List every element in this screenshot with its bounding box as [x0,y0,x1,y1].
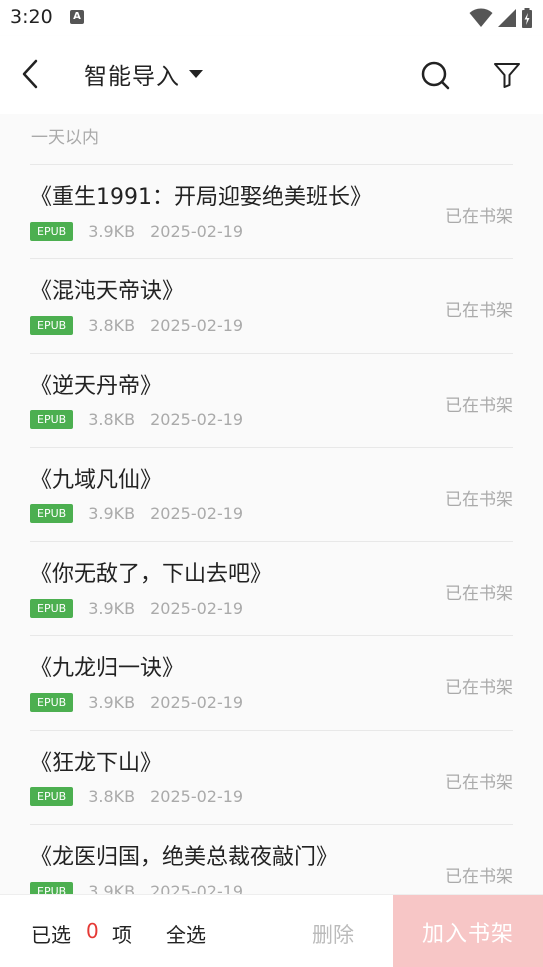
add-to-shelf-button[interactable]: 加入书架 [393,895,543,967]
book-meta: EPUB 3.9KB 2025-02-19 [30,598,243,618]
shelf-status: 已在书架 [445,301,513,322]
book-title: 《你无敌了，下山去吧》 [30,562,273,588]
filter-button[interactable] [488,56,526,94]
wifi-icon [469,8,493,27]
book-item[interactable]: 《狂龙下山》 EPUB 3.8KB 2025-02-19 已在书架 [30,729,513,824]
select-all-button[interactable]: 全选 [166,919,206,948]
status-indicators [469,8,533,28]
book-list: 《重生1991：开局迎娶绝美班长》 EPUB 3.9KB 2025-02-19 … [30,164,513,894]
page-title: 智能导入 [84,64,180,90]
book-item[interactable]: 《逆天丹帝》 EPUB 3.8KB 2025-02-19 已在书架 [30,352,513,447]
book-title: 《混沌天帝诀》 [30,279,185,305]
book-meta: EPUB 3.9KB 2025-02-19 [30,221,243,241]
format-badge: EPUB [30,881,74,894]
file-size: 3.9KB [88,692,136,712]
file-size: 3.8KB [88,410,136,430]
book-meta: EPUB 3.8KB 2025-02-19 [30,410,243,430]
app-bar: 智能导入 [0,36,543,114]
book-title: 《九域凡仙》 [30,467,163,493]
format-badge: EPUB [30,692,74,712]
book-item[interactable]: 《九龙归一诀》 EPUB 3.9KB 2025-02-19 已在书架 [30,635,513,729]
file-size: 3.9KB [88,881,136,894]
book-title: 《龙医归国，绝美总裁夜敲门》 [30,845,339,871]
file-date: 2025-02-19 [150,598,244,618]
back-button[interactable] [14,56,46,92]
file-size: 3.9KB [88,504,136,524]
book-meta: EPUB 3.8KB 2025-02-19 [30,315,243,335]
format-badge: EPUB [30,410,74,430]
shelf-status: 已在书架 [445,395,513,416]
shelf-status: 已在书架 [445,489,513,510]
file-size: 3.9KB [88,598,136,618]
filter-icon [494,63,520,88]
book-item[interactable]: 《重生1991：开局迎娶绝美班长》 EPUB 3.9KB 2025-02-19 … [30,164,513,258]
selected-unit: 项 [112,923,132,947]
book-title: 《九龙归一诀》 [30,656,185,682]
title-dropdown[interactable]: 智能导入 [84,58,204,90]
file-size: 3.8KB [88,315,136,335]
format-badge: EPUB [30,598,74,618]
book-meta: EPUB 3.9KB 2025-02-19 [30,692,243,712]
import-list-area[interactable]: 一天以内 《重生1991：开局迎娶绝美班长》 EPUB 3.9KB 2025-0… [0,114,543,894]
status-time: 3:20 [10,6,53,28]
format-badge: EPUB [30,504,74,524]
book-title: 《逆天丹帝》 [30,373,163,399]
book-meta: EPUB 3.9KB 2025-02-19 [30,881,243,894]
delete-button[interactable]: 删除 [312,919,354,949]
shelf-status: 已在书架 [445,207,513,227]
search-button[interactable] [416,56,454,94]
file-date: 2025-02-19 [150,881,244,894]
file-date: 2025-02-19 [150,787,244,807]
file-date: 2025-02-19 [150,410,244,430]
bottom-action-bar: 已选 0 项 全选 删除 加入书架 [0,894,543,967]
file-date: 2025-02-19 [150,315,244,335]
signal-icon [498,9,516,27]
shelf-status: 已在书架 [445,584,513,605]
shelf-status: 已在书架 [445,678,513,699]
file-date: 2025-02-19 [150,221,244,241]
format-badge: EPUB [30,315,74,335]
file-date: 2025-02-19 [150,504,244,524]
book-title: 《重生1991：开局迎娶绝美班长》 [30,185,372,210]
shelf-status: 已在书架 [445,867,513,888]
book-meta: EPUB 3.8KB 2025-02-19 [30,787,243,807]
book-item[interactable]: 《你无敌了，下山去吧》 EPUB 3.9KB 2025-02-19 已在书架 [30,541,513,635]
notification-a-icon: A [70,10,84,24]
file-date: 2025-02-19 [150,692,244,712]
book-title: 《狂龙下山》 [30,750,163,776]
selected-label: 已选 [31,923,71,947]
book-meta: EPUB 3.9KB 2025-02-19 [30,504,243,524]
file-size: 3.9KB [88,221,136,241]
battery-icon [522,8,532,28]
search-icon [421,61,450,90]
section-header: 一天以内 [31,128,99,148]
book-item[interactable]: 《九域凡仙》 EPUB 3.9KB 2025-02-19 已在书架 [30,446,513,541]
shelf-status: 已在书架 [445,772,513,793]
book-item[interactable]: 《混沌天帝诀》 EPUB 3.8KB 2025-02-19 已在书架 [30,258,513,352]
selected-count: 0 [86,919,99,943]
back-arrow-icon [22,59,38,89]
status-bar: 3:20 A [0,0,543,36]
file-size: 3.8KB [88,787,136,807]
dropdown-caret-icon [189,70,203,78]
format-badge: EPUB [30,221,74,241]
format-badge: EPUB [30,787,74,807]
book-item[interactable]: 《龙医归国，绝美总裁夜敲门》 EPUB 3.9KB 2025-02-19 已在书… [30,824,513,894]
